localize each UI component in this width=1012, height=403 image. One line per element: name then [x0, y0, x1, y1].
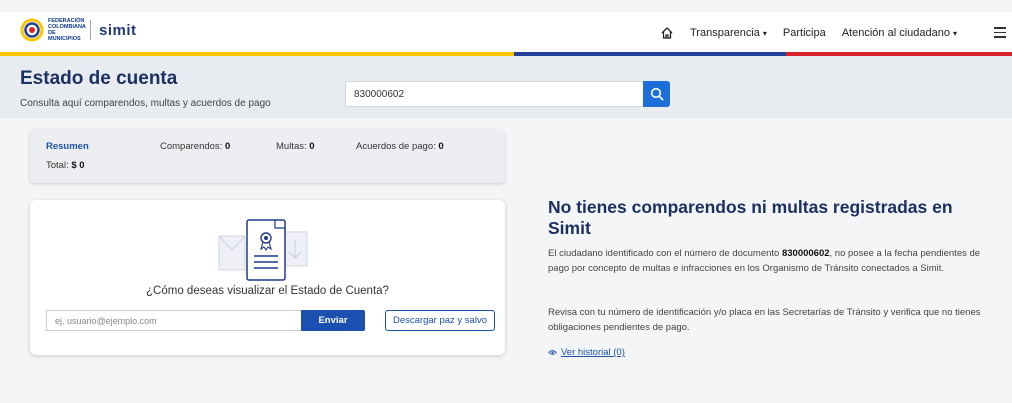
search-icon: [650, 87, 663, 101]
fcm-logo-text: FEDERACIÓN COLOMBIANA DE MUNICIPIOS: [48, 18, 86, 42]
eye-icon: [548, 350, 557, 355]
summary-tab-resumen[interactable]: Resumen: [46, 141, 89, 152]
page-subtitle: Consulta aquí comparendos, multas y acue…: [20, 98, 271, 109]
summary-card: Resumen Comparendos: 0 Multas: 0 Acuerdo…: [30, 130, 505, 183]
nav-item-transparencia[interactable]: Transparencia ▾: [690, 27, 767, 39]
history-link[interactable]: Ver historial (0): [548, 347, 625, 358]
nav-item-atencion[interactable]: Atención al ciudadano ▾: [842, 27, 957, 39]
document-certificate-icon: [218, 219, 308, 281]
summary-total: Total: $ 0: [46, 160, 85, 171]
no-records-title: No tienes comparendos ni multas registra…: [548, 197, 953, 238]
verification-note: Revisa con tu número de identificación y…: [548, 307, 981, 333]
email-input[interactable]: ej. usuario@ejemplo.com: [46, 310, 301, 331]
fcm-logo-icon: [20, 18, 44, 42]
visualize-card: ¿Cómo deseas visualizar el Estado de Cue…: [30, 200, 505, 355]
history-link-text: Ver historial (0): [561, 347, 625, 358]
summary-acuerdos: Acuerdos de pago: 0: [356, 141, 444, 152]
download-paz-y-salvo-button[interactable]: Descargar paz y salvo: [385, 310, 495, 331]
search-button[interactable]: [643, 81, 670, 107]
visualize-question: ¿Cómo deseas visualizar el Estado de Cue…: [146, 285, 389, 297]
summary-multas: Multas: 0: [276, 141, 315, 152]
site-logo[interactable]: FEDERACIÓN COLOMBIANA DE MUNICIPIOS simi…: [20, 18, 137, 42]
summary-comparendos: Comparendos: 0: [160, 141, 231, 152]
caret-down-icon: ▾: [952, 29, 957, 38]
home-icon[interactable]: [660, 26, 674, 40]
search-input[interactable]: 830000602: [345, 81, 645, 107]
no-records-description: El ciudadano identificado con el número …: [548, 248, 981, 274]
send-button[interactable]: Enviar: [301, 310, 365, 331]
nav-item-participa[interactable]: Participa: [783, 27, 826, 39]
simit-logo-text: simit: [99, 21, 137, 39]
menu-icon[interactable]: [994, 27, 1006, 38]
main-nav: Transparencia ▾ Participa Atención al ciu…: [660, 26, 973, 40]
caret-down-icon: ▾: [762, 29, 767, 38]
logo-separator: [90, 20, 91, 40]
page-title: Estado de cuenta: [20, 68, 178, 89]
